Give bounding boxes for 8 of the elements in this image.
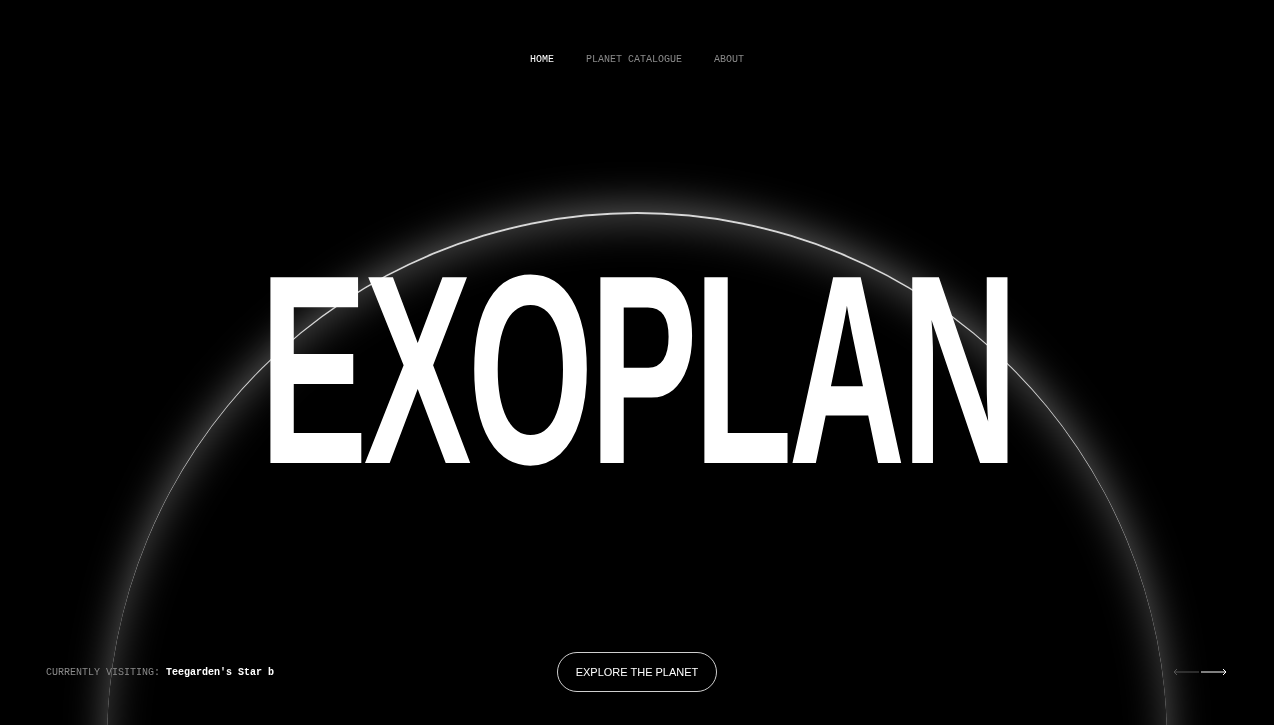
- nav-link[interactable]: PLANET CATALOGUE: [586, 52, 682, 67]
- explore-button[interactable]: EXPLORE THE PLANET: [556, 652, 718, 692]
- nav-link[interactable]: HOME: [529, 52, 554, 67]
- visiting-label: CURRENTLY VISITING:: [46, 666, 161, 678]
- arrow-right-icon[interactable]: [1200, 668, 1228, 676]
- nav-link[interactable]: ABOUT: [714, 52, 744, 67]
- hero-title: EXOPLAN: [259, 234, 1015, 505]
- planet-name: Teegarden's Star b: [166, 666, 275, 678]
